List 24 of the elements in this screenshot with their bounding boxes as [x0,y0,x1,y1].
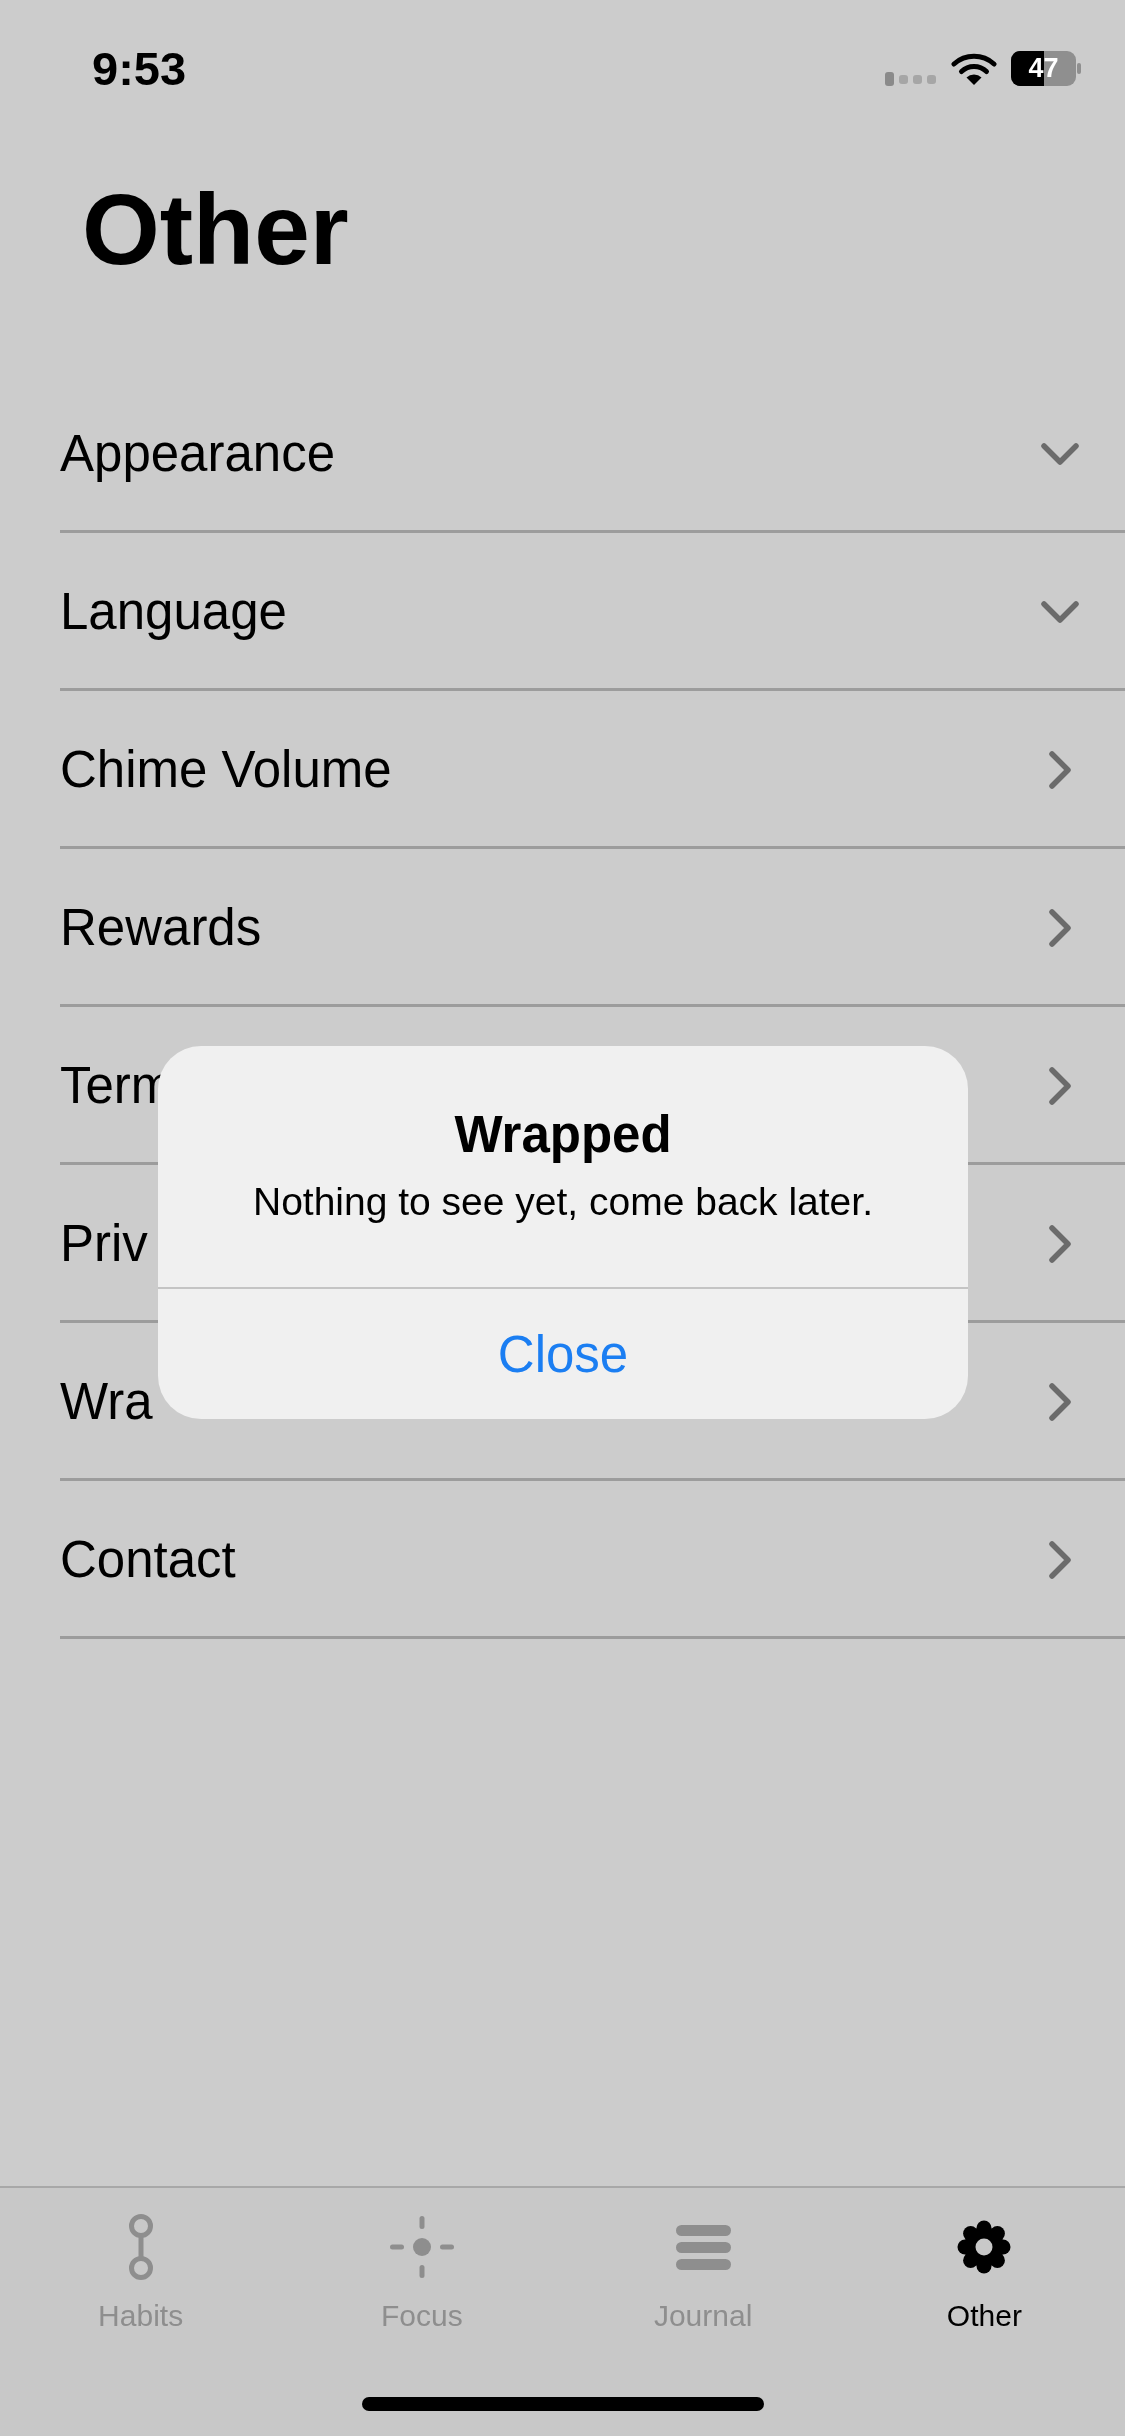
chevron-right-icon [1049,750,1071,789]
chevron-right-icon [1049,1066,1071,1105]
alert-message: Nothing to see yet, come back later. [252,1179,874,1225]
tab[interactable]: Other [843,2214,1125,2334]
page-title: Other [82,179,349,279]
settings-row[interactable]: Language [60,533,1125,691]
settings-row[interactable]: Appearance [60,375,1125,533]
three-bars-icon[interactable] [675,2224,731,2270]
settings-row[interactable]: Chime Volume [60,691,1125,849]
chevron-right-icon [1049,1224,1071,1263]
settings-icon[interactable] [957,2220,1012,2274]
chevron-right-icon [1049,1382,1071,1421]
cellular-signal-icon [885,72,937,86]
status-time: 9:53 [92,44,187,92]
chevron-right-icon [1049,908,1071,947]
chevron-right-icon [1049,1540,1071,1579]
alert-title: Wrapped [454,1105,672,1165]
settings-row[interactable]: Contact [60,1481,1125,1639]
chevron-down-icon [1041,600,1079,623]
settings-row[interactable]: Rewards [60,849,1125,1007]
chevron-down-icon [1041,442,1079,465]
connected-circles-icon[interactable] [127,2214,154,2280]
wifi-icon [951,51,997,85]
crosshair-dot-icon[interactable] [389,2216,454,2278]
